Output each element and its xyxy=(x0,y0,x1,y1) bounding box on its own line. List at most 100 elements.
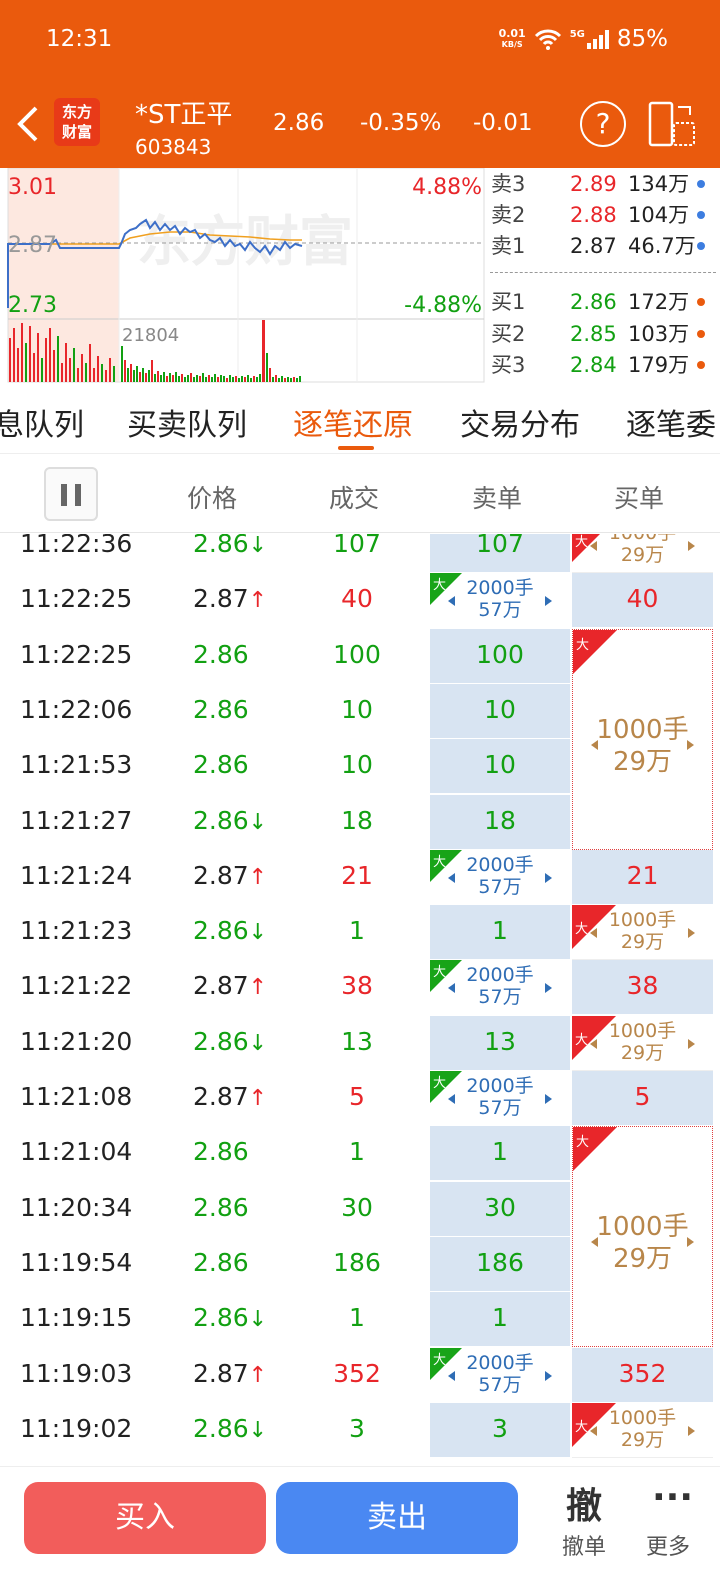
battery-level: 85% xyxy=(616,26,668,52)
stock-name[interactable]: *ST正平 xyxy=(135,94,232,131)
tab-tick-restore[interactable]: 逐笔还原 xyxy=(293,400,413,444)
arrow-up-icon: ↑ xyxy=(248,588,268,614)
table-row[interactable]: 11:19:03 2.87↑ 352 大 2000手 57万 352 xyxy=(0,1347,720,1403)
arrow-left-icon[interactable] xyxy=(590,1038,597,1049)
table-row[interactable]: 11:21:22 2.87↑ 38 大 2000手 57万 38 xyxy=(0,960,720,1016)
table-row[interactable]: 11:21:08 2.87↑ 5 大 2000手 57万 5 xyxy=(0,1071,720,1126)
tab-info-queue[interactable]: 息队列 xyxy=(0,400,84,444)
col-price: 价格 xyxy=(187,484,238,513)
arrow-right-icon[interactable] xyxy=(688,1425,695,1436)
arrow-right-icon[interactable] xyxy=(688,541,695,551)
sell-order-volume: 30 xyxy=(484,1192,516,1222)
sell-order-volume: 100 xyxy=(476,639,524,669)
trade-price-value: 2.87 xyxy=(193,860,249,890)
trade-time: 11:20:34 xyxy=(20,1192,133,1222)
trade-price-value: 2.86 xyxy=(193,1413,249,1443)
arrow-left-icon[interactable] xyxy=(591,739,598,750)
logo-line2: 财富 xyxy=(61,123,92,141)
sell-button[interactable]: 卖出 xyxy=(276,1482,518,1554)
arrow-left-icon[interactable] xyxy=(590,541,597,551)
arrow-right-icon[interactable] xyxy=(687,739,694,750)
trade-price-value: 2.86 xyxy=(193,694,249,724)
sell-order-cell: 10 xyxy=(430,739,570,795)
trade-volume: 10 xyxy=(341,750,373,780)
arrow-right-icon[interactable] xyxy=(688,928,695,939)
arrow-right-icon[interactable] xyxy=(545,983,552,994)
trade-list[interactable]: 11:22:36 2.86↓ 107 107 11:22:25 2.87↑ 40 大 2000手… xyxy=(0,534,720,1464)
trade-price: 2.86↓ xyxy=(193,916,267,945)
arrow-right-icon[interactable] xyxy=(545,872,552,883)
help-icon[interactable]: ? xyxy=(580,101,626,147)
trade-time: 11:21:22 xyxy=(20,971,133,1001)
arrow-right-icon[interactable] xyxy=(545,1370,552,1381)
trade-time: 11:22:25 xyxy=(20,639,133,669)
trade-price-value: 2.86 xyxy=(193,1192,249,1222)
arrow-right-icon[interactable] xyxy=(687,1237,694,1248)
arrow-right-icon[interactable] xyxy=(545,596,552,607)
tab-tick-orders[interactable]: 逐笔委 xyxy=(626,400,716,444)
bid-price: 2.86 xyxy=(570,290,617,314)
trade-time: 11:21:23 xyxy=(20,916,133,946)
order-book[interactable]: 卖3 2.89 134万 卖2 2.88 104万 卖1 2.87 46.7万 买1 2.86… xyxy=(486,168,720,384)
arrow-up-icon: ↑ xyxy=(248,975,268,1001)
buy-order-cell: 352 xyxy=(572,1347,713,1403)
tab-trade-distribution[interactable]: 交易分布 xyxy=(460,400,580,444)
arrow-right-icon[interactable] xyxy=(545,1094,552,1104)
table-row[interactable]: 11:22:25 2.87↑ 40 大 2000手 57万 40 xyxy=(0,573,720,629)
big-buy-order-block[interactable]: 大1000手29万 xyxy=(572,1126,713,1348)
buy-order-volume: 40 xyxy=(626,584,659,614)
net-type: 5G xyxy=(569,29,585,40)
big-buy-order-block[interactable]: 大1000手29万 xyxy=(572,1402,713,1459)
arrow-left-icon[interactable] xyxy=(448,872,455,883)
trade-volume: 18 xyxy=(341,805,373,835)
sell-order-cell: 大 2000手 57万 xyxy=(430,573,570,629)
trade-time: 11:21:04 xyxy=(20,1137,133,1167)
trade-time: 11:22:06 xyxy=(20,694,133,724)
arrow-right-icon[interactable] xyxy=(688,1038,695,1049)
ask-volume: 46.7万 xyxy=(628,234,696,258)
arrow-left-icon[interactable] xyxy=(448,983,455,994)
buy-order-volume: 38 xyxy=(626,971,659,1001)
price-low-label: 2.73 xyxy=(8,293,57,318)
trade-price-value: 2.86 xyxy=(193,534,249,558)
trade-price-value: 2.87 xyxy=(193,584,249,614)
tab-order-queue[interactable]: 买卖队列 xyxy=(127,400,247,444)
buy-order-cell: 21 xyxy=(572,849,713,905)
big-buy-order-block[interactable]: 大1000手29万 xyxy=(572,534,713,574)
bid-volume: 103万 xyxy=(628,322,690,346)
status-time: 12:31 xyxy=(46,26,113,52)
landscape-switch-icon[interactable] xyxy=(648,101,696,147)
trade-volume: 107 xyxy=(333,534,381,558)
trade-time: 11:19:02 xyxy=(20,1413,133,1443)
big-buy-order-block[interactable]: 大1000手29万 xyxy=(572,628,713,850)
bid-label: 买2 xyxy=(491,322,526,346)
big-buy-order-block[interactable]: 大1000手29万 xyxy=(572,905,713,961)
back-arrow-icon[interactable] xyxy=(14,104,46,144)
stock-code: 603843 xyxy=(135,135,212,159)
pause-button[interactable] xyxy=(44,467,98,521)
bid-volume: 179万 xyxy=(628,353,690,377)
cancel-order-label[interactable]: 撤单 xyxy=(562,1529,606,1561)
big-buy-order-block[interactable]: 大1000手29万 xyxy=(572,1015,713,1071)
trade-price-value: 2.86 xyxy=(193,750,249,780)
sell-order-cell: 大 2000手 57万 xyxy=(430,1071,570,1126)
ask-volume: 104万 xyxy=(628,203,690,227)
arrow-left-icon[interactable] xyxy=(448,1370,455,1381)
trade-price-value: 2.86 xyxy=(193,1247,249,1277)
more-label[interactable]: 更多 xyxy=(646,1529,690,1561)
arrow-left-icon[interactable] xyxy=(591,1237,598,1248)
trade-volume: 3 xyxy=(349,1413,365,1443)
arrow-left-icon[interactable] xyxy=(448,596,455,607)
cancel-order-icon[interactable]: 撤 xyxy=(566,1477,602,1529)
more-icon[interactable]: ··· xyxy=(652,1477,693,1518)
buy-button[interactable]: 买入 xyxy=(24,1482,266,1554)
table-row[interactable]: 11:21:24 2.87↑ 21 大 2000手 57万 21 xyxy=(0,849,720,905)
trade-time: 11:22:36 xyxy=(20,534,133,558)
ask-price: 2.88 xyxy=(570,203,617,227)
arrow-left-icon[interactable] xyxy=(590,1425,597,1436)
arrow-left-icon[interactable] xyxy=(590,928,597,939)
trade-volume: 100 xyxy=(333,639,381,669)
trade-price: 2.87↑ xyxy=(193,1359,267,1388)
arrow-left-icon[interactable] xyxy=(448,1094,455,1104)
intraday-chart[interactable]: 东方财富 3.01 2.87 2.73 4.88% -4.88% 21804 xyxy=(0,167,486,384)
